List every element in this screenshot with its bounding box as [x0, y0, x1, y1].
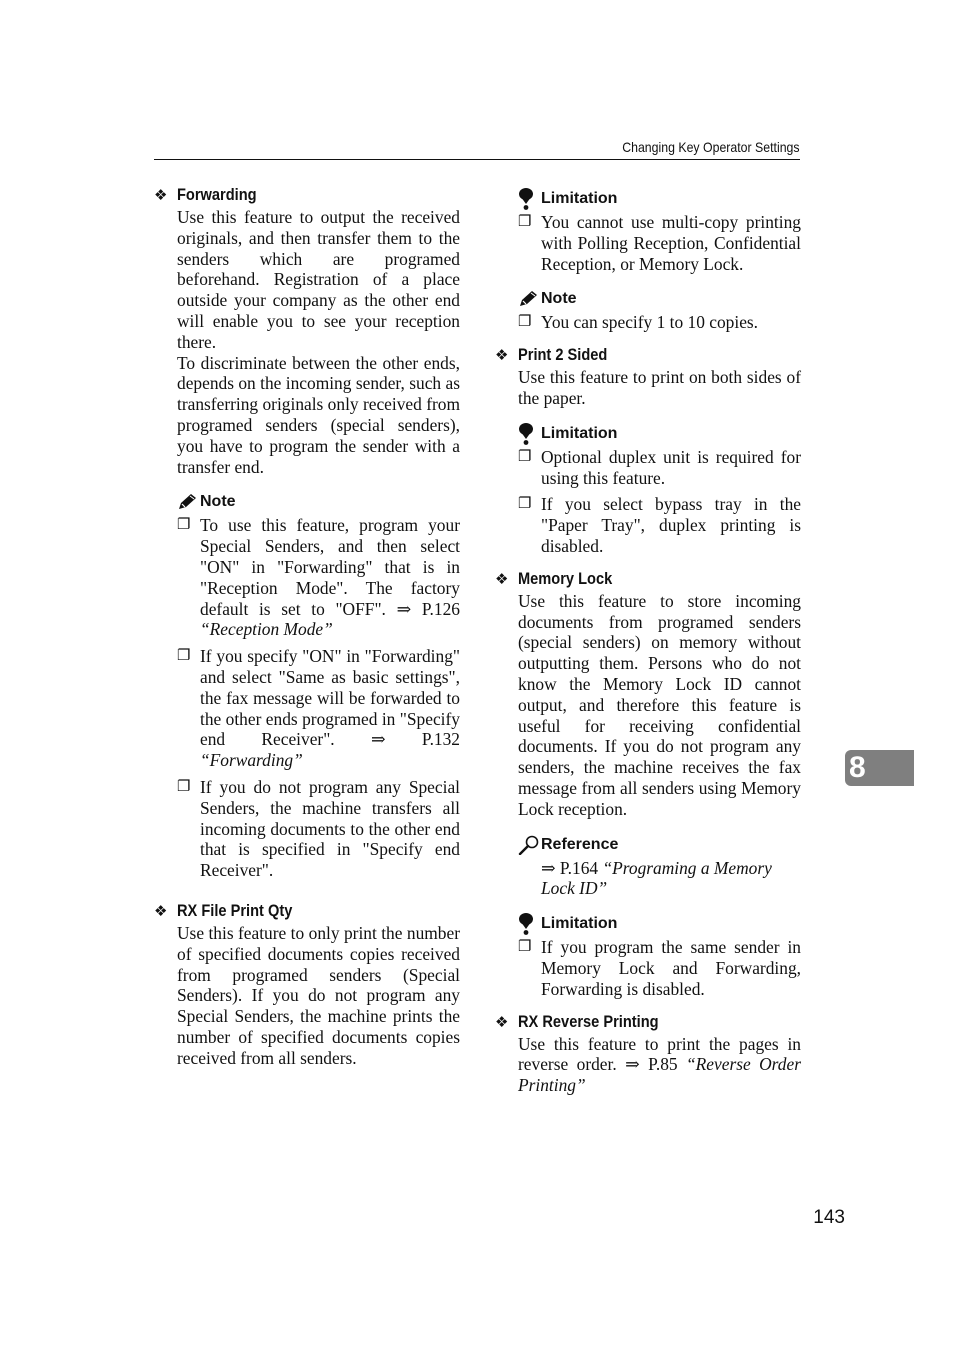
right-column: Limitation ❐ You cannot use multi-copy p… — [495, 180, 801, 1096]
rx-file-limitations: ❐ You cannot use multi-copy printing wit… — [518, 212, 801, 274]
rx-file-print-qty-description: Use this feature to only print the numbe… — [177, 922, 460, 1068]
memory-lock-reference-heading: Reference — [518, 834, 801, 856]
checkbox-bullet-icon: ❐ — [177, 648, 191, 665]
header-divider — [154, 159, 800, 160]
cross-reference-link[interactable]: “Reception Mode” — [200, 619, 333, 639]
note-item: ❐ If you do not program any Special Send… — [177, 776, 460, 881]
forwarding-note-heading: Note — [177, 491, 460, 513]
limitation-exclamation-icon — [518, 913, 541, 936]
memory-lock-limitation-heading: Limitation — [518, 913, 801, 936]
print-2-sided-description: Use this feature to print on both sides … — [518, 367, 801, 408]
checkbox-bullet-icon: ❐ — [518, 496, 532, 513]
forwarding-paragraph-1: Use this feature to output the received … — [177, 207, 460, 352]
cross-reference-link[interactable]: “Forwarding” — [200, 750, 303, 770]
forwarding-notes: ❐ To use this feature, program your Spec… — [177, 515, 460, 881]
note-pencil-icon — [518, 290, 541, 308]
diamond-bullet-icon: ❖ — [495, 570, 509, 588]
limitation-item: ❐ You cannot use multi-copy printing wit… — [518, 212, 801, 274]
checkbox-bullet-icon: ❐ — [518, 314, 532, 331]
page-number: 143 — [813, 1207, 845, 1228]
note-item: ❐ To use this feature, program your Spec… — [177, 515, 460, 640]
limitation-exclamation-icon — [518, 188, 541, 210]
note-item: ❐ You can specify 1 to 10 copies. — [518, 312, 759, 333]
checkbox-bullet-icon: ❐ — [177, 778, 191, 795]
diamond-bullet-icon: ❖ — [495, 1013, 509, 1031]
note-pencil-icon — [177, 493, 200, 511]
checkbox-bullet-icon: ❐ — [518, 939, 532, 956]
diamond-bullet-icon: ❖ — [495, 347, 509, 365]
running-header-title: Changing Key Operator Settings — [622, 139, 800, 155]
rx-file-notes: ❐ You can specify 1 to 10 copies. — [518, 312, 801, 333]
memory-lock-description: Use this feature to store incoming docum… — [518, 590, 801, 819]
limitation-item: ❐ Optional duplex unit is required for u… — [518, 446, 801, 488]
print-2-sided-limitations: ❐ Optional duplex unit is required for u… — [518, 447, 801, 557]
checkbox-bullet-icon: ❐ — [177, 517, 191, 534]
limitation-exclamation-icon — [518, 422, 541, 445]
rx-file-note-heading: Note — [518, 288, 801, 310]
memory-lock-limitations: ❐ If you program the same sender in Memo… — [518, 937, 801, 999]
limitation-item: ❐ If you select bypass tray in the "Pape… — [518, 494, 801, 556]
rx-file-limitation-heading: Limitation — [518, 188, 801, 210]
checkbox-bullet-icon: ❐ — [518, 214, 532, 230]
diamond-bullet-icon: ❖ — [154, 187, 168, 204]
limitation-item: ❐ If you program the same sender in Memo… — [518, 937, 801, 999]
section-heading-rx-reverse-printing: ❖ RX Reverse Printing — [495, 1011, 659, 1031]
checkbox-bullet-icon: ❐ — [518, 448, 532, 465]
forwarding-paragraph-2: To discriminate between the other ends, … — [177, 352, 460, 477]
section-heading-rx-file-print-qty: ❖ RX File Print Qty — [154, 900, 293, 920]
section-heading-memory-lock: ❖ Memory Lock — [495, 568, 613, 588]
note-item: ❐ If you specify "ON" in "Forwarding" an… — [177, 646, 460, 771]
section-heading-print-2-sided: ❖ Print 2 Sided — [495, 345, 608, 365]
diamond-bullet-icon: ❖ — [154, 902, 168, 920]
print-2-sided-limitation-heading: Limitation — [518, 422, 801, 445]
forwarding-description: Use this feature to output the received … — [177, 207, 460, 477]
left-column: ❖ Forwarding Use this feature to output … — [154, 185, 460, 1068]
section-heading-forwarding: ❖ Forwarding — [154, 185, 257, 204]
rx-reverse-printing-description: Use this feature to print the pages in r… — [518, 1033, 801, 1096]
reference-magnifier-icon — [518, 835, 541, 855]
chapter-tab: 8 — [845, 750, 914, 786]
memory-lock-reference: ⇒ P.164 “Programing a Memory Lock ID” — [541, 857, 772, 899]
